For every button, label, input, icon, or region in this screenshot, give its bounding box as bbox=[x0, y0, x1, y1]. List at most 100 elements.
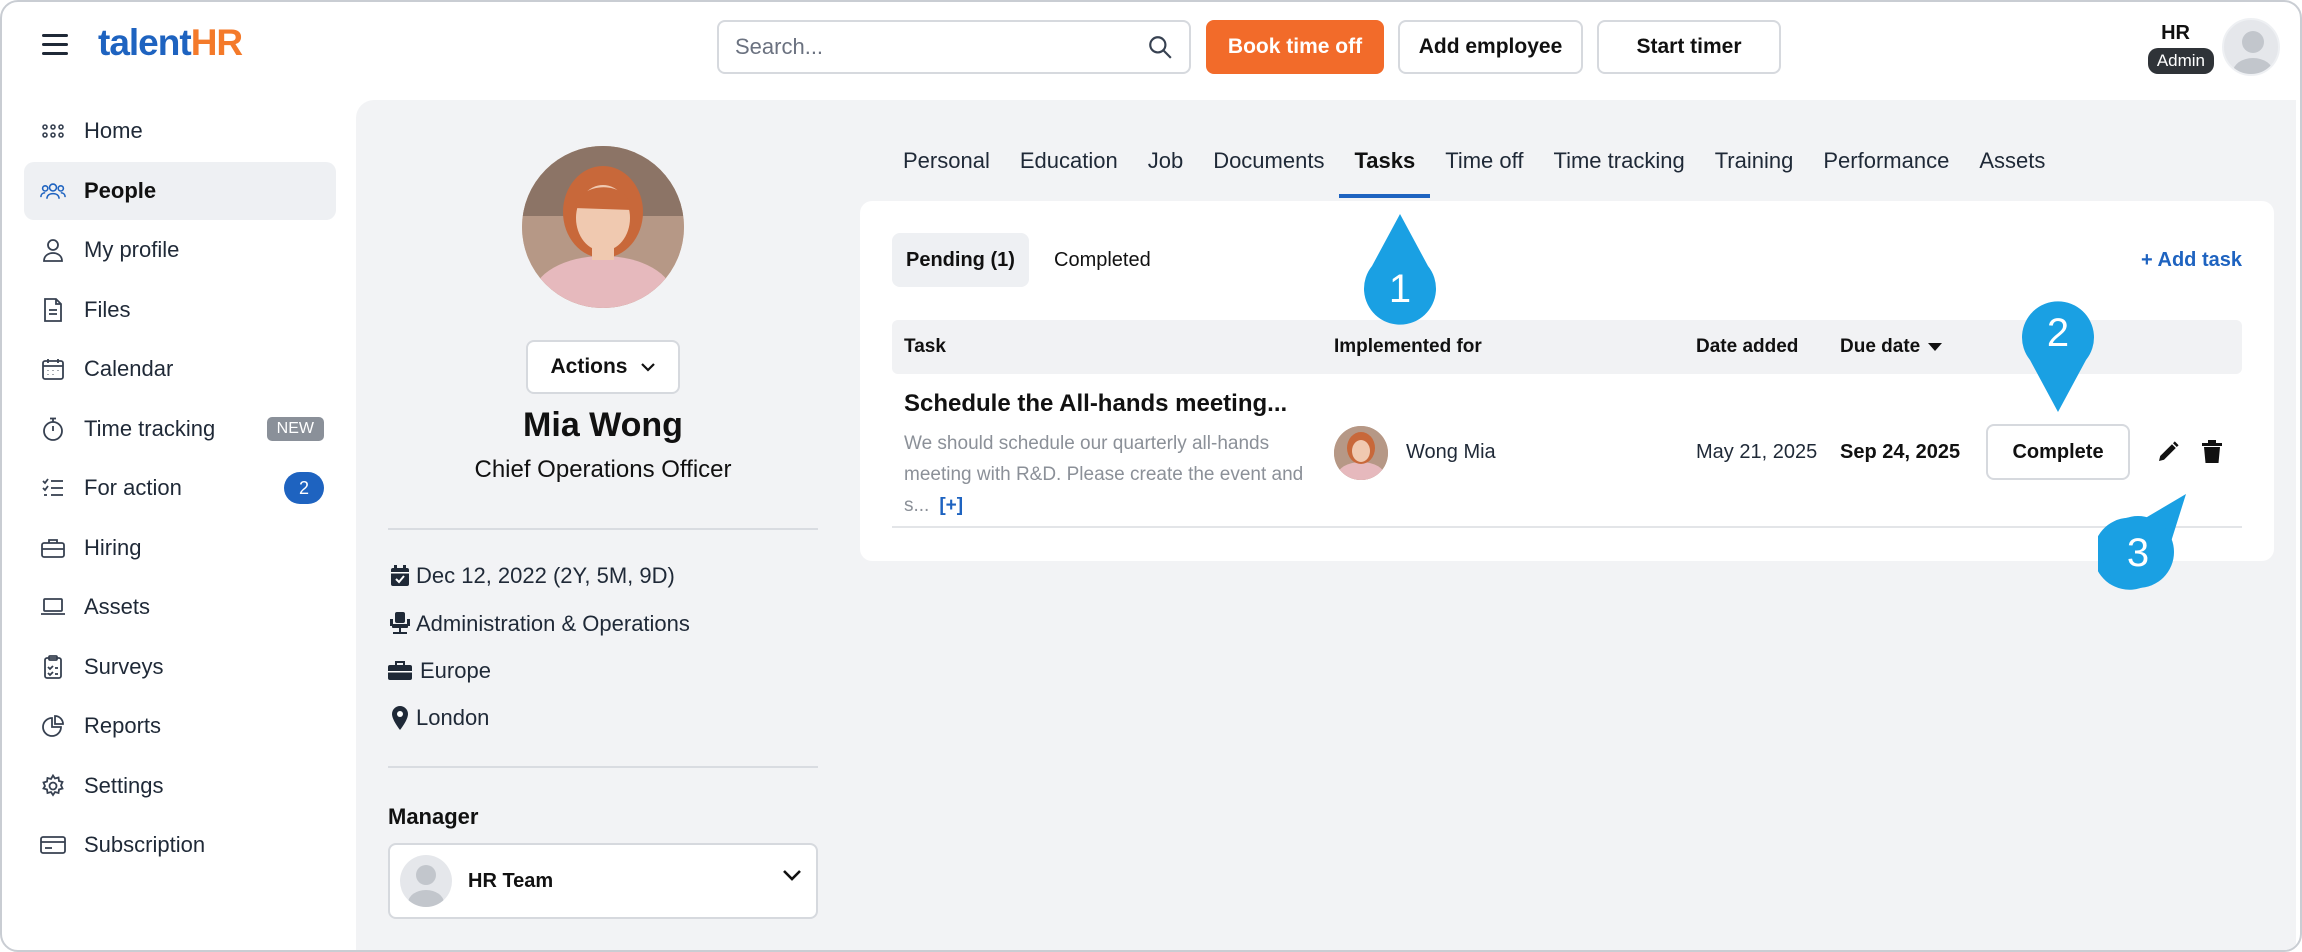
task-description: We should schedule our quarterly all-han… bbox=[904, 428, 1308, 521]
office-chair-icon bbox=[388, 612, 412, 636]
manager-select[interactable]: HR Team bbox=[388, 843, 818, 919]
sidebar-item-people[interactable]: People bbox=[24, 161, 336, 220]
employee-name: Mia Wong bbox=[523, 406, 683, 444]
sidebar-item-label: For action bbox=[84, 475, 182, 500]
add-employee-button[interactable]: Add employee bbox=[1398, 20, 1583, 74]
tab-education[interactable]: Education bbox=[1005, 148, 1133, 198]
divider bbox=[388, 766, 818, 768]
sidebar-item-subscription[interactable]: Subscription bbox=[24, 816, 336, 874]
profile-photo bbox=[522, 146, 684, 308]
pending-tab[interactable]: Pending (1) bbox=[892, 233, 1029, 287]
sidebar-item-files[interactable]: Files bbox=[24, 281, 336, 339]
menu-icon[interactable] bbox=[42, 34, 68, 56]
sidebar-item-label: Assets bbox=[84, 594, 151, 619]
user-icon bbox=[40, 237, 66, 263]
new-badge: NEW bbox=[266, 416, 324, 441]
actions-dropdown-button[interactable]: Actions bbox=[526, 340, 680, 394]
implemented-for-name: Wong Mia bbox=[1406, 441, 1496, 463]
tab-training[interactable]: Training bbox=[1700, 148, 1809, 198]
date-added: May 21, 2025 bbox=[1696, 441, 1818, 463]
start-timer-button[interactable]: Start timer bbox=[1597, 20, 1781, 74]
logo-text: talent bbox=[98, 22, 192, 63]
tab-job[interactable]: Job bbox=[1133, 148, 1198, 198]
sidebar-item-label: My profile bbox=[84, 237, 180, 262]
action-count-badge: 2 bbox=[284, 472, 324, 504]
department: Administration & Operations bbox=[416, 611, 690, 636]
tab-personal[interactable]: Personal bbox=[888, 148, 1005, 198]
credit-card-icon bbox=[40, 832, 66, 858]
trash-icon[interactable] bbox=[2200, 440, 2224, 464]
sidebar-item-for-action[interactable]: For action 2 bbox=[24, 459, 336, 517]
column-header-due-date-label: Due date bbox=[1840, 336, 1921, 357]
region: Europe bbox=[420, 658, 491, 683]
completed-tab[interactable]: Completed bbox=[1040, 233, 1165, 287]
sort-down-icon bbox=[1928, 343, 1943, 351]
tab-performance[interactable]: Performance bbox=[1808, 148, 1964, 198]
sidebar-item-time-tracking[interactable]: Time tracking NEW bbox=[24, 400, 336, 458]
laptop-icon bbox=[40, 594, 66, 620]
avatar bbox=[1334, 426, 1388, 480]
book-time-off-button[interactable]: Book time off bbox=[1206, 20, 1384, 74]
employee-title: Chief Operations Officer bbox=[474, 456, 732, 483]
sidebar-item-calendar[interactable]: Calendar bbox=[24, 340, 336, 398]
location: London bbox=[416, 705, 490, 730]
search-icon[interactable] bbox=[1147, 34, 1173, 60]
tab-documents[interactable]: Documents bbox=[1198, 148, 1339, 198]
sidebar-item-label: Settings bbox=[84, 772, 164, 798]
app-window: talentHR Book time off Add employee Star… bbox=[0, 0, 2302, 952]
complete-button[interactable]: Complete bbox=[1986, 424, 2130, 480]
sidebar-item-label: Hiring bbox=[84, 534, 142, 560]
location-row: London bbox=[388, 705, 489, 731]
annotation-marker-1: 1 bbox=[1364, 214, 1436, 325]
annotation-marker-3-label: 3 bbox=[2127, 531, 2149, 575]
task-title[interactable]: Schedule the All-hands meeting... bbox=[904, 390, 1287, 418]
tab-time-tracking[interactable]: Time tracking bbox=[1538, 148, 1699, 198]
search-input[interactable] bbox=[719, 22, 1119, 72]
annotation-marker-2: 2 bbox=[2022, 301, 2094, 412]
tab-assets[interactable]: Assets bbox=[1964, 148, 2060, 198]
map-pin-icon bbox=[388, 706, 412, 730]
top-bar: talentHR Book time off Add employee Star… bbox=[2, 2, 2300, 92]
sidebar-item-label: Home bbox=[84, 118, 143, 143]
sidebar-item-surveys[interactable]: Surveys bbox=[24, 638, 336, 696]
column-header-due-date[interactable]: Due date bbox=[1840, 336, 1943, 358]
clipboard-icon bbox=[40, 654, 66, 680]
grid-icon bbox=[40, 118, 66, 144]
pie-chart-icon bbox=[40, 713, 66, 739]
annotation-marker-3: 3 bbox=[2098, 494, 2186, 590]
annotation-marker-2-label: 2 bbox=[2047, 311, 2069, 355]
tab-time-off[interactable]: Time off bbox=[1430, 148, 1538, 198]
sidebar-item-assets[interactable]: Assets bbox=[24, 578, 336, 636]
sidebar-item-reports[interactable]: Reports bbox=[24, 697, 336, 755]
manager-avatar bbox=[400, 855, 452, 907]
sidebar-item-my-profile[interactable]: My profile bbox=[24, 221, 336, 279]
due-date: Sep 24, 2025 bbox=[1840, 441, 1961, 463]
expand-description-link[interactable]: [+] bbox=[939, 495, 963, 516]
file-icon bbox=[40, 297, 66, 323]
manager-name: HR Team bbox=[468, 869, 554, 892]
user-avatar[interactable] bbox=[2222, 18, 2280, 76]
stopwatch-icon bbox=[40, 416, 66, 442]
people-icon bbox=[40, 178, 66, 204]
column-header-date-added[interactable]: Date added bbox=[1696, 336, 1798, 358]
tab-tasks[interactable]: Tasks bbox=[1339, 148, 1430, 198]
logo[interactable]: talentHR bbox=[98, 22, 243, 64]
sidebar-item-home[interactable]: Home bbox=[24, 102, 336, 160]
sidebar-item-label: People bbox=[84, 177, 157, 203]
column-header-task: Task bbox=[904, 336, 946, 357]
hire-date-row: Dec 12, 2022 (2Y, 5M, 9D) bbox=[388, 563, 675, 589]
user-initials: HR bbox=[2161, 22, 2190, 44]
sidebar-item-settings[interactable]: Settings bbox=[24, 757, 336, 815]
chevron-down-icon bbox=[783, 870, 801, 881]
add-task-link[interactable]: + Add task bbox=[2141, 249, 2242, 272]
checklist-icon bbox=[40, 475, 66, 501]
calendar-check-icon bbox=[388, 564, 412, 588]
sidebar-item-hiring[interactable]: Hiring bbox=[24, 519, 336, 577]
logo-accent: HR bbox=[190, 22, 243, 63]
divider bbox=[388, 528, 818, 530]
briefcase-icon bbox=[388, 659, 412, 683]
manager-label: Manager bbox=[388, 804, 479, 829]
avatar-image bbox=[1334, 426, 1388, 480]
actions-label: Actions bbox=[550, 355, 628, 378]
pencil-icon[interactable] bbox=[2156, 440, 2180, 464]
